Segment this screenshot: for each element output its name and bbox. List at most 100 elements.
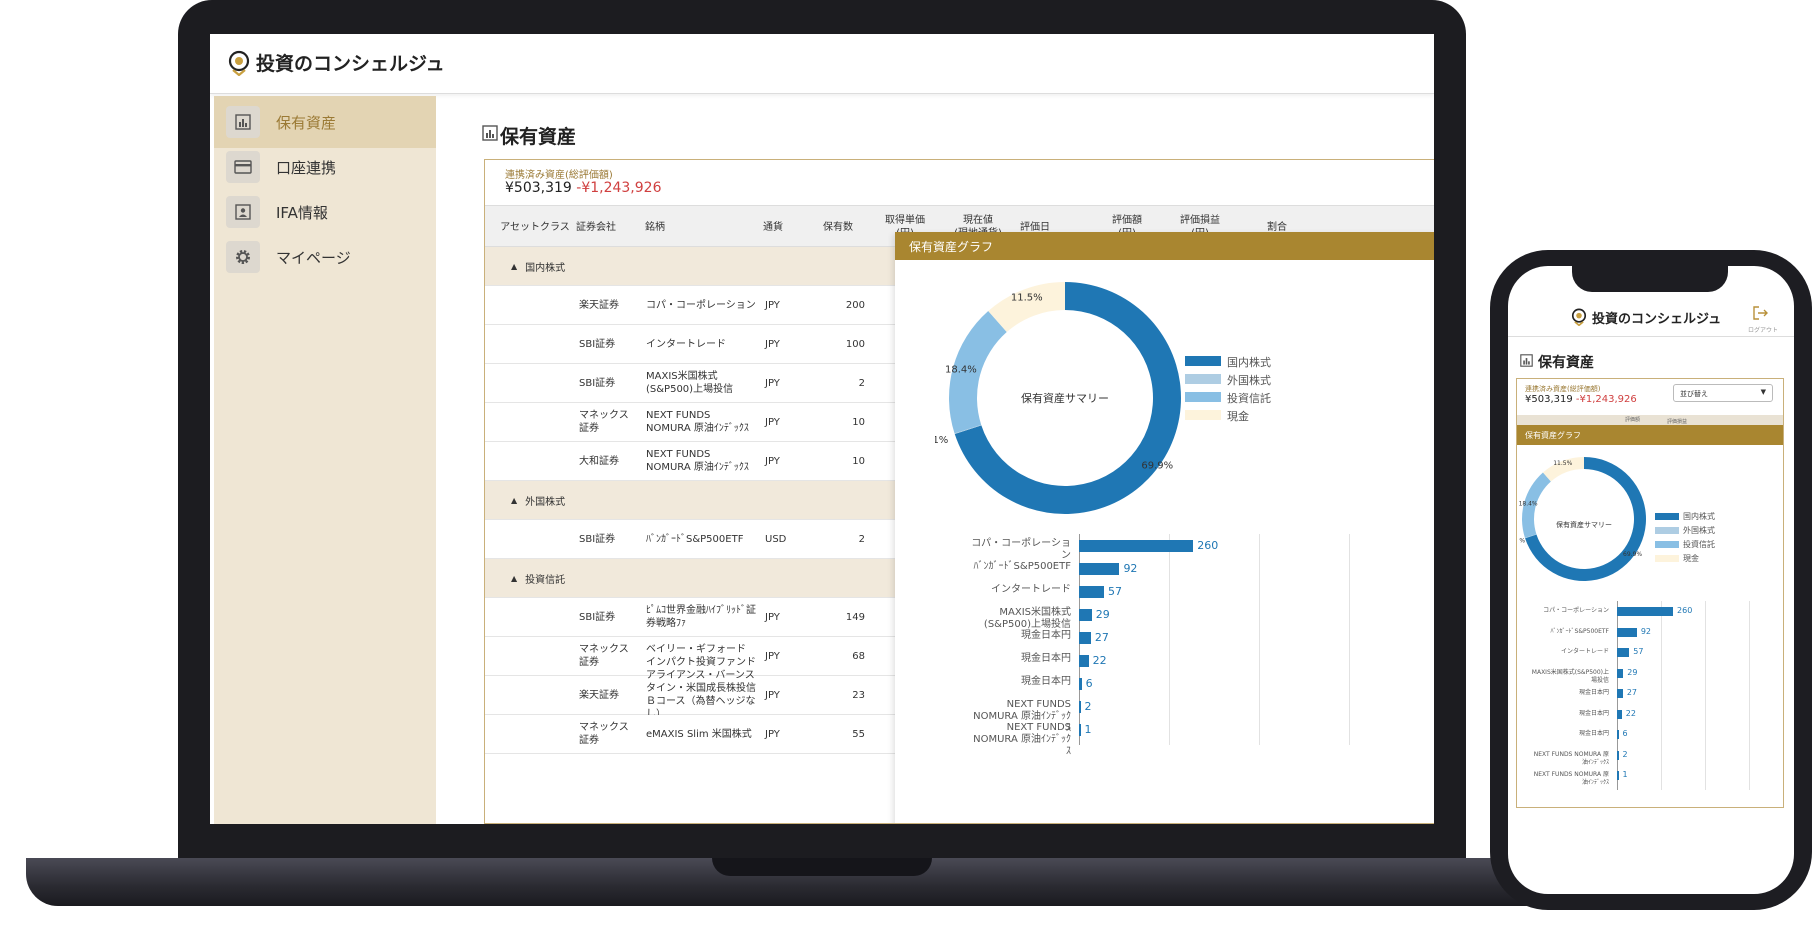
qty-cell: 100 xyxy=(845,338,865,350)
group-label: 国内株式 xyxy=(525,262,566,274)
bar[interactable] xyxy=(1079,586,1105,598)
chart-icon xyxy=(482,125,498,141)
bar[interactable] xyxy=(1079,655,1089,667)
logout-link[interactable]: ログアウト xyxy=(1748,325,1778,334)
bar-label: 現金日本円 xyxy=(1021,676,1071,687)
currency-cell: USD xyxy=(765,533,787,545)
sidebar-item-mypage[interactable]: マイページ xyxy=(214,231,436,283)
col-header[interactable]: 証券会社 xyxy=(569,206,623,248)
bar[interactable] xyxy=(1079,724,1081,736)
qty-cell: 2 xyxy=(858,533,865,545)
bar-value: 6 xyxy=(1622,729,1628,738)
bar-label: NEXT FUNDS NOMURA 原油ｲﾝﾃﾞｯｸｽ xyxy=(1533,750,1609,766)
slice-label: 18.4% xyxy=(945,365,977,376)
bar[interactable] xyxy=(1617,627,1637,637)
legend-swatch xyxy=(1655,555,1679,562)
grid-line xyxy=(1661,601,1662,790)
card-icon xyxy=(226,151,260,183)
bar-value: 2 xyxy=(1084,700,1092,713)
summary-value: ¥503,319 -¥1,243,926 xyxy=(1525,394,1637,405)
group-label: 投資信託 xyxy=(525,574,566,586)
qty-cell: 149 xyxy=(845,611,865,623)
broker-cell: SBI証券 xyxy=(579,611,616,623)
bar[interactable] xyxy=(1617,730,1619,739)
bar[interactable] xyxy=(1079,540,1194,552)
bar[interactable] xyxy=(1079,701,1081,713)
currency-cell: JPY xyxy=(765,455,780,467)
bar-label: NEXT FUNDS NOMURA 原油ｲﾝﾃﾞｯｸｽ xyxy=(973,722,1071,757)
name-cell: MAXIS米国株式(S&P500)上場投信 xyxy=(646,371,734,395)
qty-cell: 23 xyxy=(852,689,865,701)
chart-title: 保有資産サマリー xyxy=(1021,391,1109,405)
qty-cell: 2 xyxy=(858,377,865,389)
slice-label: 18.4% xyxy=(1519,501,1538,508)
col-header: 評価損益 xyxy=(1667,419,1688,425)
grid-line xyxy=(1169,534,1170,745)
bar-label: ﾊﾞﾝｶﾞｰﾄﾞS&P500ETF xyxy=(973,561,1071,572)
chart-legend: 国内株式 外国株式 投資信託 現金 xyxy=(1185,354,1305,434)
chart-legend: 国内株式 外国株式 投資信託 現金 xyxy=(1655,511,1745,563)
bar[interactable] xyxy=(1617,771,1619,780)
bar[interactable] xyxy=(1617,648,1630,657)
sidebar-item-label: マイページ xyxy=(276,249,351,267)
name-cell: コパ・コーポレーション xyxy=(646,299,756,311)
col-header[interactable]: 銘柄 xyxy=(635,206,675,248)
page-title: 保有資産 xyxy=(1538,355,1594,371)
sidebar-item-label: 口座連携 xyxy=(276,159,337,177)
collapse-icon: ▲ xyxy=(511,495,518,505)
broker-cell: 楽天証券 xyxy=(579,689,619,701)
bar-label: 現金日本円 xyxy=(1021,630,1071,641)
chart-icon xyxy=(1520,354,1533,367)
bar-label: インタートレード xyxy=(991,584,1071,595)
bar-value: 92 xyxy=(1123,562,1138,575)
legend-label: 現金 xyxy=(1683,554,1699,563)
bar[interactable] xyxy=(1617,607,1674,616)
page-title: 保有資産 xyxy=(500,126,577,148)
bar-value: 1 xyxy=(1084,723,1092,736)
broker-cell: マネックス証券 xyxy=(579,410,629,434)
col-header[interactable]: アセットクラス xyxy=(495,206,575,248)
qty-cell: 55 xyxy=(852,728,865,740)
total-value: ¥503,319 xyxy=(1525,394,1573,405)
slice-label: 11.5% xyxy=(1553,460,1572,467)
currency-cell: JPY xyxy=(765,377,780,389)
app-title: 投資のコンシェルジュ xyxy=(1592,312,1722,327)
bar-label: NEXT FUNDS NOMURA 原油ｲﾝﾃﾞｯｸｽ xyxy=(1533,771,1609,786)
logout-icon[interactable] xyxy=(1753,306,1769,320)
bar[interactable] xyxy=(1617,668,1624,678)
bar[interactable] xyxy=(1617,750,1619,760)
bar[interactable] xyxy=(1079,609,1092,621)
bar-label: ﾊﾞﾝｶﾞｰﾄﾞS&P500ETF xyxy=(1550,627,1609,635)
qty-cell: 10 xyxy=(852,455,865,467)
bar[interactable] xyxy=(1617,709,1622,719)
bar[interactable] xyxy=(1079,632,1091,644)
holdings-panel: 連携済み資産(総評価額) ¥503,319 -¥1,243,926 アセットクラ… xyxy=(484,159,1434,824)
donut-chart: 保有資産サマリー 69.9% 0.1% 18.4% 11.5% xyxy=(935,282,1181,514)
bar[interactable] xyxy=(1079,678,1082,690)
col-header[interactable]: 保有数 xyxy=(815,206,861,248)
bar-label: 現金日本円 xyxy=(1021,653,1071,664)
bar-value: 22 xyxy=(1625,708,1636,718)
currency-cell: JPY xyxy=(765,728,780,740)
col-header[interactable]: 通貨 xyxy=(755,206,791,248)
table-header: 評価額 評価損益 xyxy=(1517,415,1783,425)
legend-swatch xyxy=(1185,392,1221,402)
grid-line xyxy=(1349,534,1350,745)
bar-value: 22 xyxy=(1092,654,1107,667)
broker-cell: 楽天証券 xyxy=(579,299,619,311)
bar[interactable] xyxy=(1079,563,1120,575)
bar-label: MAXIS米国株式(S&P500)上場投信 xyxy=(983,607,1071,630)
slice-label: 69.9% xyxy=(1141,460,1173,471)
holdings-panel: 連携済み資産(総評価額) ¥503,319 -¥1,243,926 並び替え ▼… xyxy=(1516,378,1784,808)
sort-select[interactable]: 並び替え ▼ xyxy=(1673,384,1773,402)
currency-cell: JPY xyxy=(765,338,780,350)
graph-title: 保有資産グラフ xyxy=(1517,425,1783,445)
bar[interactable] xyxy=(1617,689,1623,698)
bar-value: 27 xyxy=(1094,631,1109,644)
qty-cell: 200 xyxy=(845,299,865,311)
name-cell: ﾋﾟﾑｺ世界金融ﾊｲﾌﾞﾘｯﾄﾞ証券戦略ﾌｧ xyxy=(646,605,756,629)
broker-cell: 大和証券 xyxy=(579,455,619,467)
grid-line xyxy=(1705,601,1706,790)
broker-cell: SBI証券 xyxy=(579,377,616,389)
phone-screen: 投資のコンシェルジュ ログアウト 保有資産 連携済み資産(総評価額) ¥503,… xyxy=(1508,266,1794,894)
